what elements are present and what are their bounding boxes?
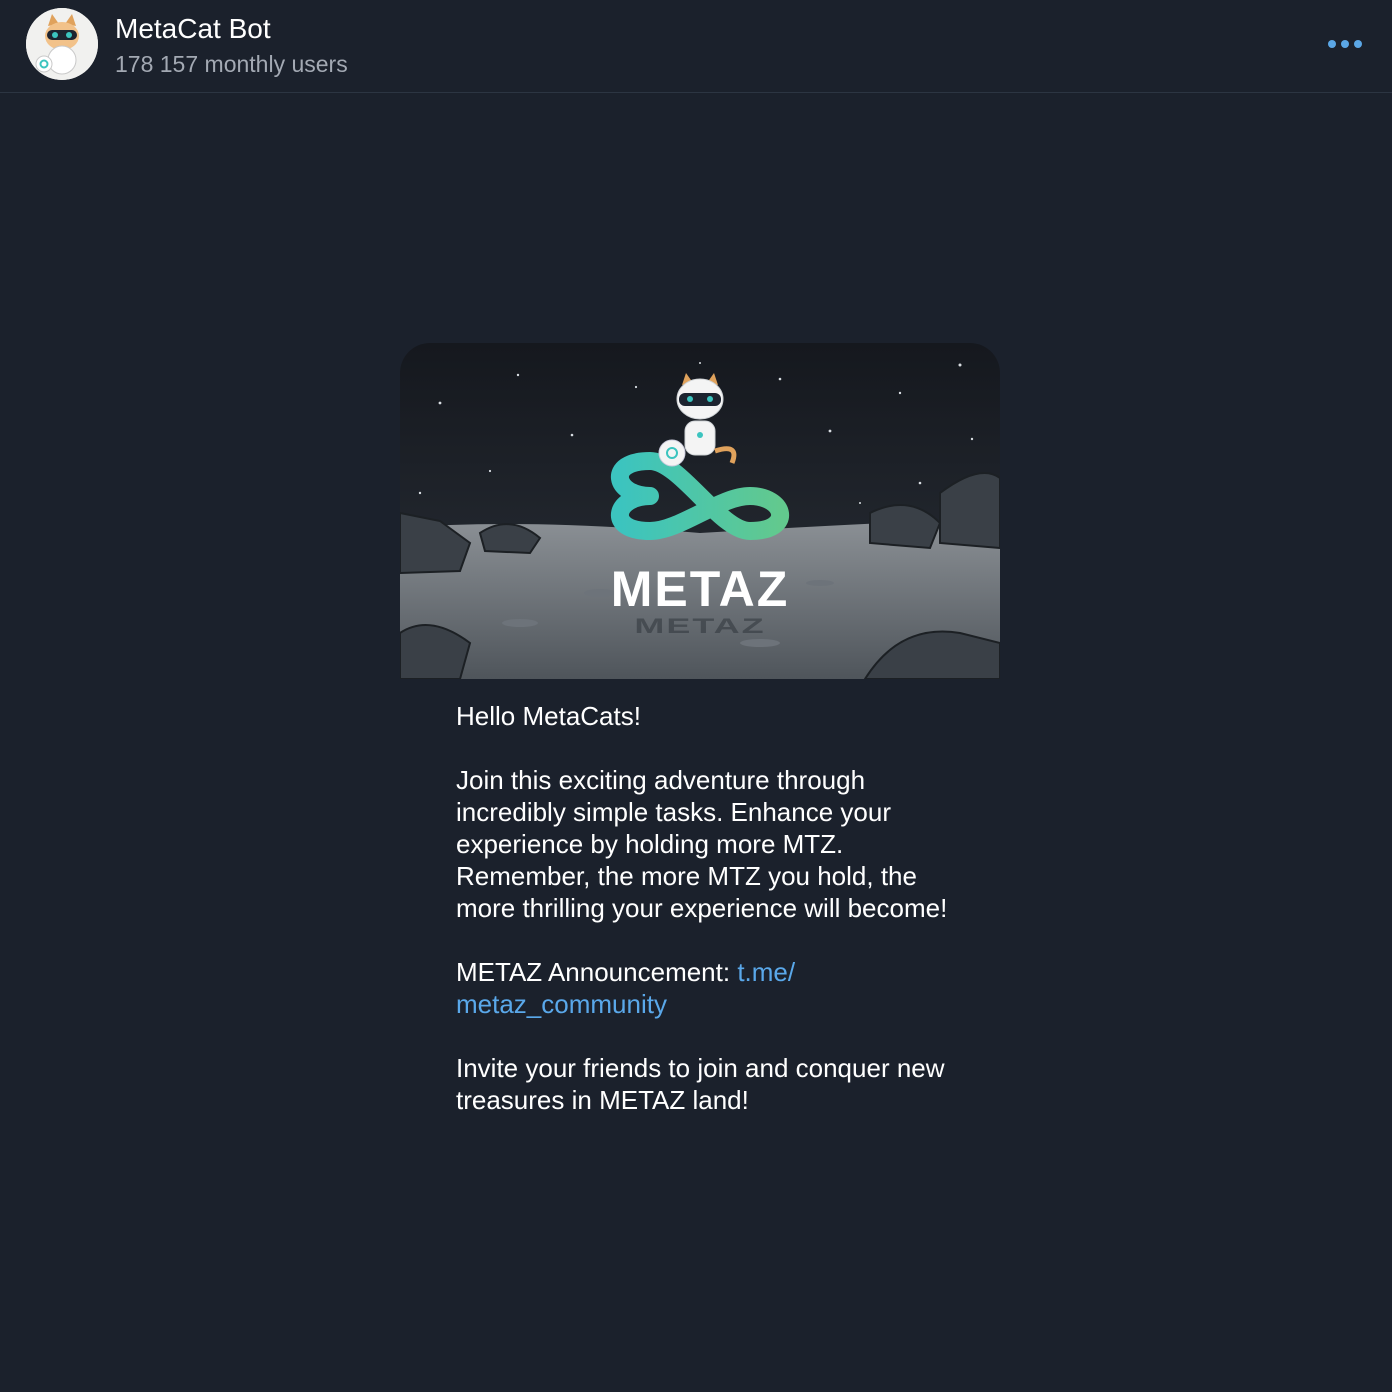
monthly-users-count: 178 157 monthly users [115,51,348,77]
message-body: Join this exciting adventure through inc… [456,765,948,923]
more-dot [1354,40,1362,48]
more-options-icon[interactable] [1320,28,1370,60]
svg-text:METAZ: METAZ [634,614,765,638]
bot-name: MetaCat Bot [115,13,271,44]
cat-astronaut-avatar-icon [26,8,98,80]
chat-header: MetaCat Bot 178 157 monthly users [0,0,1392,93]
more-dot [1328,40,1336,48]
announcement-line: METAZ Announcement: t.me/ metaz_communit… [456,956,956,1020]
metaz-banner-image: METAZ METAZ [400,343,1000,679]
metaz-logo-text: METAZ [611,561,789,617]
message-closing: Invite your friends to join and conquer … [456,1053,945,1115]
moon-landscape-illustration: METAZ METAZ [400,343,1000,679]
announcement-label: METAZ Announcement: [456,957,738,987]
bot-avatar[interactable] [26,8,98,80]
bot-message: Hello MetaCats! Join this exciting adven… [456,700,956,1148]
message-greeting: Hello MetaCats! [456,701,641,731]
more-dot [1341,40,1349,48]
